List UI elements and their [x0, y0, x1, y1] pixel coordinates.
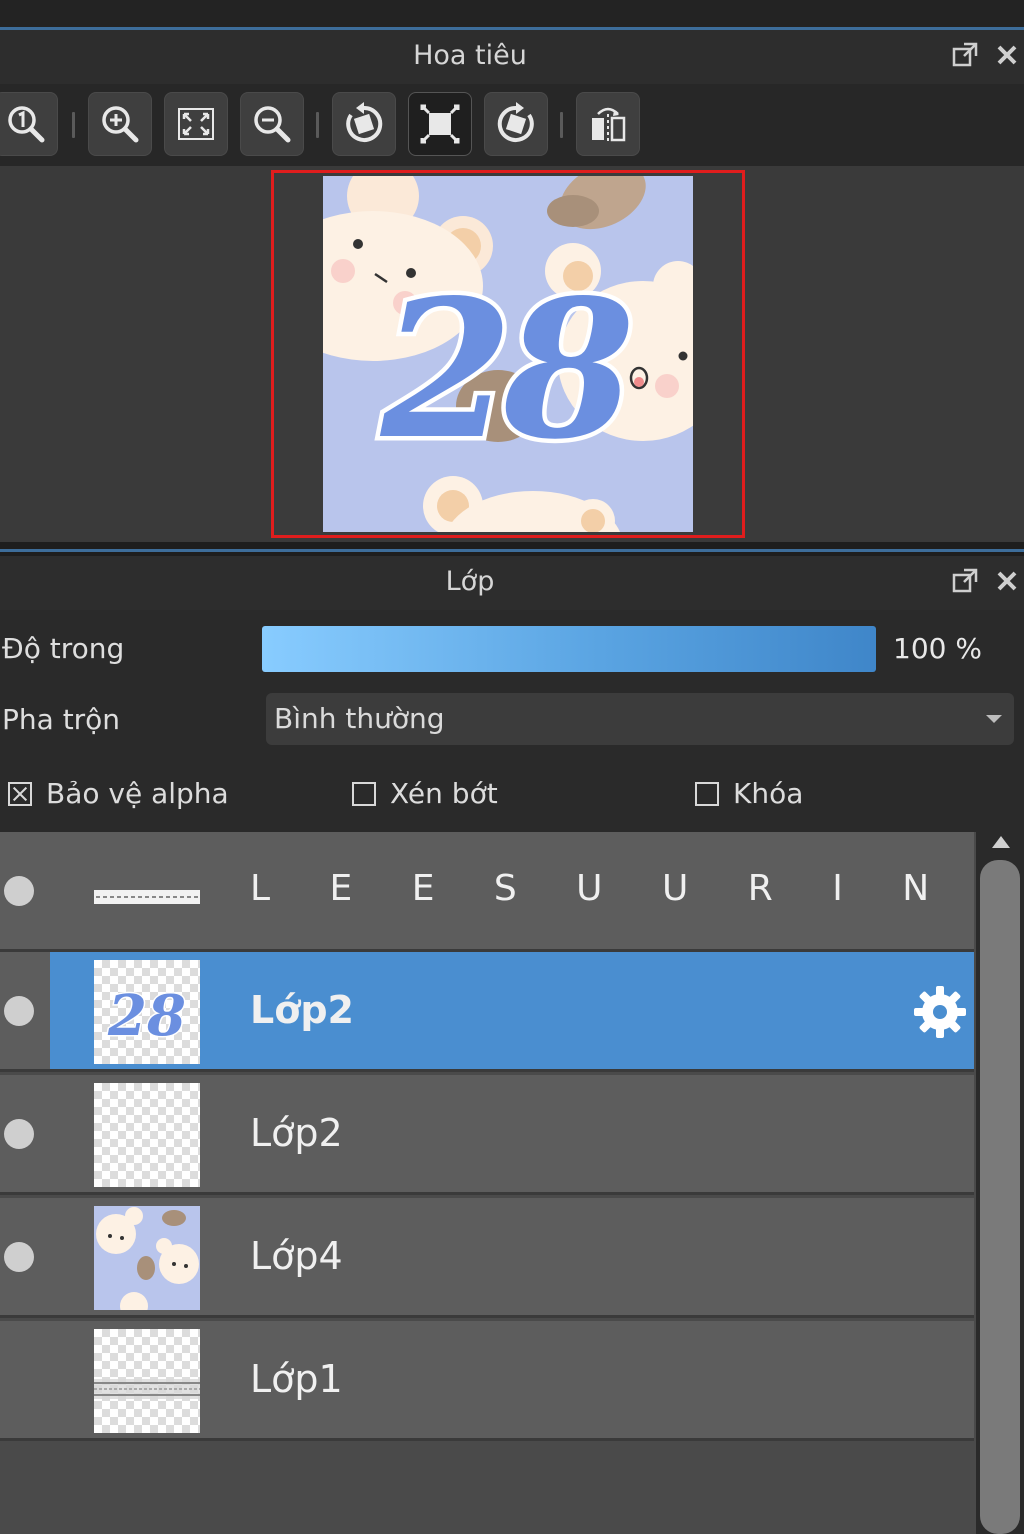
layer-name: Lớp2: [250, 988, 354, 1032]
text-strip-thumbnail: [94, 890, 200, 904]
layer-name: Lớp2: [250, 1111, 343, 1155]
reset-view-button[interactable]: [408, 92, 472, 156]
view-frame[interactable]: 28: [271, 170, 745, 538]
fit-screen-icon: [178, 108, 214, 140]
rotate-right-button[interactable]: [484, 92, 548, 156]
lace-thumbnail: [94, 1379, 200, 1399]
window-top-strip: [0, 0, 1024, 28]
navigator-toolbar: [0, 84, 1024, 166]
blend-label: Pha trộn: [2, 703, 121, 736]
opacity-slider[interactable]: [262, 626, 876, 672]
layer-thumbnail: [94, 1329, 200, 1433]
opacity-label: Độ trong: [2, 632, 125, 665]
navigator-title: Hoa tiêu: [413, 40, 527, 71]
preview-number: 28: [380, 258, 631, 481]
flip-horizontal-icon: [592, 107, 626, 142]
visibility-toggle[interactable]: [4, 1119, 34, 1149]
layer-name: L E E S U U R I N: [250, 868, 954, 909]
layers-title: Lớp: [445, 566, 495, 597]
zoom-actual-button[interactable]: [0, 92, 58, 156]
clipping-label: Xén bớt: [390, 777, 498, 810]
layers-header: Lớp: [0, 556, 1024, 610]
rotate-left-icon: [346, 102, 383, 142]
protect-alpha-checkbox[interactable]: Bảo vệ alpha: [8, 777, 229, 810]
layer-row-selected[interactable]: 28 Lớp2: [0, 952, 974, 1072]
zoom-out-icon: [254, 106, 291, 143]
protect-alpha-label: Bảo vệ alpha: [46, 777, 229, 810]
layer-list: L E E S U U R I N 28 Lớp2 Lớp2 Lớp4 Lớp1: [0, 832, 976, 1534]
canvas-illustration: 28: [323, 176, 693, 532]
blend-mode-value: Bình thường: [274, 702, 445, 735]
thumbnail-number: 28: [107, 983, 186, 1049]
layer-thumbnail: 28: [94, 960, 200, 1064]
canvas-preview: 28: [323, 176, 693, 532]
flip-horizontal-button[interactable]: [576, 92, 640, 156]
lock-checkbox[interactable]: Khóa: [695, 777, 803, 810]
visibility-toggle[interactable]: [4, 1242, 34, 1272]
zoom-out-button[interactable]: [240, 92, 304, 156]
clipping-checkbox[interactable]: Xén bớt: [352, 777, 498, 810]
layer-thumbnail: [94, 840, 200, 944]
navigator-header: Hoa tiêu: [0, 30, 1024, 84]
layer-thumbnail: [94, 1083, 200, 1187]
gear-icon[interactable]: [912, 984, 968, 1040]
rotate-left-button[interactable]: [332, 92, 396, 156]
blend-mode-select[interactable]: Bình thường: [266, 693, 1014, 745]
toolbar-separator: [72, 112, 75, 138]
rotate-right-icon: [497, 102, 534, 142]
close-icon[interactable]: [996, 570, 1018, 592]
scroll-up-icon[interactable]: [992, 836, 1010, 848]
popout-icon[interactable]: [952, 568, 978, 594]
close-icon[interactable]: [996, 44, 1018, 66]
layer-name: Lớp4: [250, 1234, 343, 1278]
zoom-actual-icon: [8, 106, 45, 143]
checkbox-icon: [352, 781, 376, 806]
checkbox-checked-icon: [8, 781, 32, 806]
visibility-toggle[interactable]: [4, 876, 34, 906]
lock-label: Khóa: [733, 777, 804, 810]
zoom-in-icon: [102, 106, 139, 143]
reset-view-icon: [420, 104, 460, 144]
checkbox-icon: [695, 781, 719, 806]
layer-thumbnail: [94, 1206, 200, 1310]
layer-name: Lớp1: [250, 1357, 343, 1401]
number-thumbnail: 28: [106, 982, 188, 1051]
layer-row[interactable]: L E E S U U R I N: [0, 832, 974, 952]
popout-icon[interactable]: [952, 42, 978, 68]
chevron-down-icon: [986, 715, 1002, 723]
layer-row[interactable]: Lớp4: [0, 1198, 974, 1318]
layer-row[interactable]: Lớp2: [0, 1075, 974, 1195]
toolbar-separator: [316, 112, 319, 138]
scrollbar-thumb[interactable]: [980, 860, 1020, 1534]
zoom-in-button[interactable]: [88, 92, 152, 156]
opacity-value: 100 %: [893, 632, 982, 665]
fit-screen-button[interactable]: [164, 92, 228, 156]
toolbar-separator: [560, 112, 563, 138]
panel-divider: [0, 549, 1024, 552]
visibility-toggle[interactable]: [4, 996, 34, 1026]
layer-row[interactable]: Lớp1: [0, 1321, 974, 1441]
bears-thumbnail: [94, 1206, 200, 1310]
